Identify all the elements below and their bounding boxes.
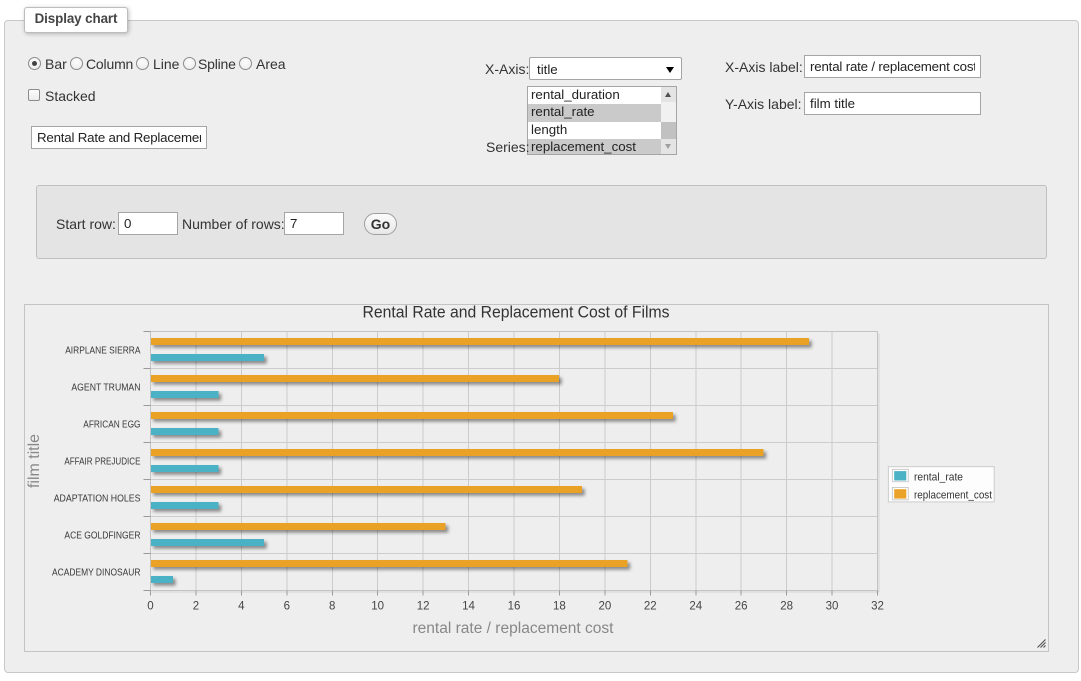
svg-text:ACADEMY DINOSAUR: ACADEMY DINOSAUR [52,568,141,579]
svg-text:4: 4 [238,601,245,613]
svg-text:16: 16 [508,601,521,613]
svg-text:14: 14 [462,601,475,613]
svg-text:26: 26 [735,601,748,613]
svg-text:replacement_cost: replacement_cost [914,490,992,502]
svg-text:AIRPLANE SIERRA: AIRPLANE SIERRA [65,346,141,357]
svg-text:2: 2 [193,601,199,613]
svg-text:32: 32 [871,601,884,613]
svg-text:ADAPTATION HOLES: ADAPTATION HOLES [54,494,141,505]
svg-text:Rental Rate and Replacement Co: Rental Rate and Replacement Cost of Film… [363,305,670,322]
svg-text:28: 28 [780,601,793,613]
svg-text:rental rate / replacement cost: rental rate / replacement cost [413,620,615,637]
svg-text:film title: film title [26,434,43,488]
svg-text:AFFAIR PREJUDICE: AFFAIR PREJUDICE [64,457,140,468]
svg-text:AFRICAN EGG: AFRICAN EGG [83,420,140,431]
svg-text:22: 22 [644,601,657,613]
svg-text:20: 20 [598,601,611,613]
svg-text:10: 10 [371,601,384,613]
svg-text:6: 6 [284,601,290,613]
svg-text:AGENT TRUMAN: AGENT TRUMAN [71,383,140,394]
svg-text:0: 0 [147,601,153,613]
svg-text:30: 30 [826,601,839,613]
svg-text:rental_rate: rental_rate [914,472,963,484]
svg-text:12: 12 [417,601,430,613]
svg-text:24: 24 [689,601,702,613]
svg-text:ACE GOLDFINGER: ACE GOLDFINGER [64,531,140,542]
svg-text:8: 8 [329,601,335,613]
svg-text:18: 18 [553,601,566,613]
